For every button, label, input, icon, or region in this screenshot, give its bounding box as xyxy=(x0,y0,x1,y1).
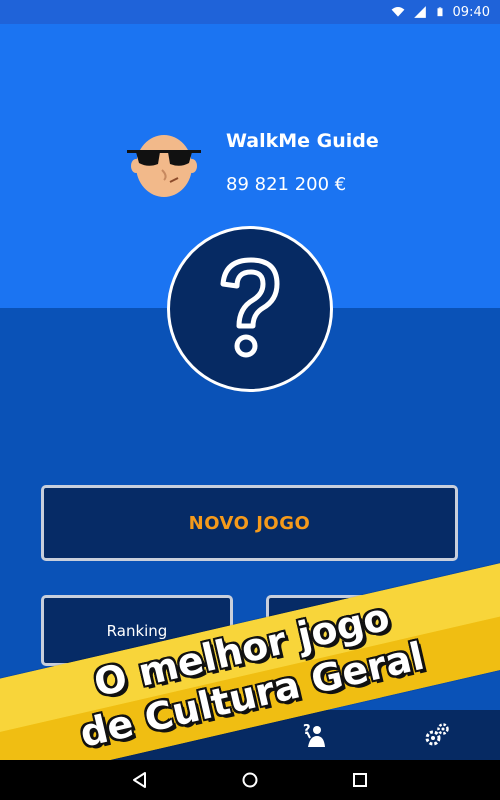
quiz-player-icon[interactable]: ? xyxy=(301,722,327,748)
status-bar: 09:40 xyxy=(0,0,500,24)
status-time: 09:40 xyxy=(452,4,490,20)
wifi-icon xyxy=(391,7,404,17)
recents-icon[interactable] xyxy=(350,770,370,790)
back-icon[interactable] xyxy=(130,770,150,790)
avatar[interactable] xyxy=(126,128,202,200)
system-navigation-bar xyxy=(0,760,500,800)
question-mark-emblem xyxy=(167,226,333,392)
player-name: WalkMe Guide xyxy=(226,130,379,152)
question-mark-icon xyxy=(220,257,280,358)
app-screen: 09:40 WalkMe Guide 89 821 200 € NOVO JOG… xyxy=(0,0,500,800)
battery-icon xyxy=(437,7,443,17)
new-game-button[interactable]: NOVO JOGO xyxy=(41,485,458,561)
player-money: 89 821 200 € xyxy=(226,174,347,195)
settings-gears-icon[interactable] xyxy=(424,722,450,748)
signal-icon xyxy=(413,6,426,18)
home-icon[interactable] xyxy=(240,770,260,790)
